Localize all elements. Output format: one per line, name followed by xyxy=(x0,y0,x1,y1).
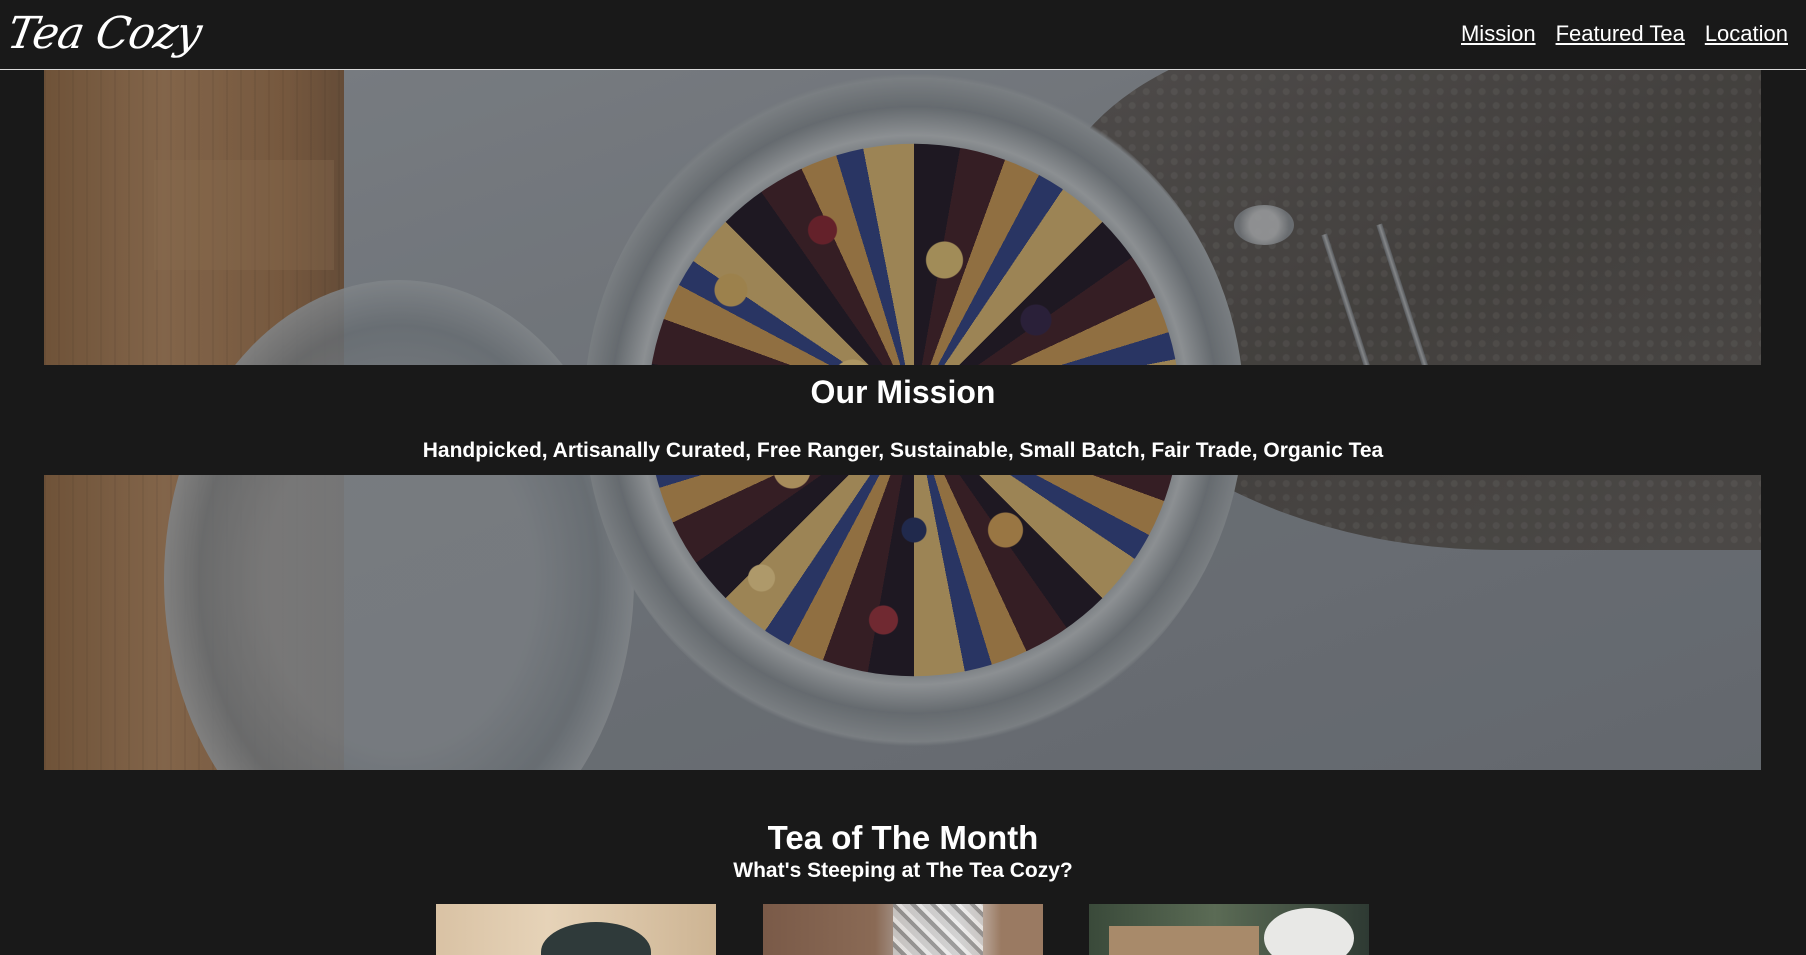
logo[interactable]: Tea Cozy xyxy=(3,4,206,64)
mission-title: Our Mission xyxy=(810,374,996,410)
nav-link-location[interactable]: Location xyxy=(1705,20,1788,48)
tea-of-month-title: Tea of The Month xyxy=(767,819,1039,856)
hero-image-top xyxy=(44,70,1761,365)
tea-card-image xyxy=(436,904,716,955)
hero-image-bottom xyxy=(44,475,1761,770)
mission-tagline: Handpicked, Artisanally Curated, Free Ra… xyxy=(422,439,1384,462)
tea-card-image xyxy=(1089,904,1369,955)
site-header: Tea Cozy Mission Featured Tea Location xyxy=(0,0,1806,70)
tea-card-image xyxy=(763,904,1043,955)
tea-jar-photo xyxy=(44,70,1761,365)
main-nav: Mission Featured Tea Location xyxy=(1461,20,1788,48)
nav-link-featured-tea[interactable]: Featured Tea xyxy=(1556,20,1685,48)
tea-jar-photo xyxy=(44,475,1761,770)
nav-link-mission[interactable]: Mission xyxy=(1461,20,1536,48)
tea-of-month-subtitle: What's Steeping at The Tea Cozy? xyxy=(733,859,1073,882)
